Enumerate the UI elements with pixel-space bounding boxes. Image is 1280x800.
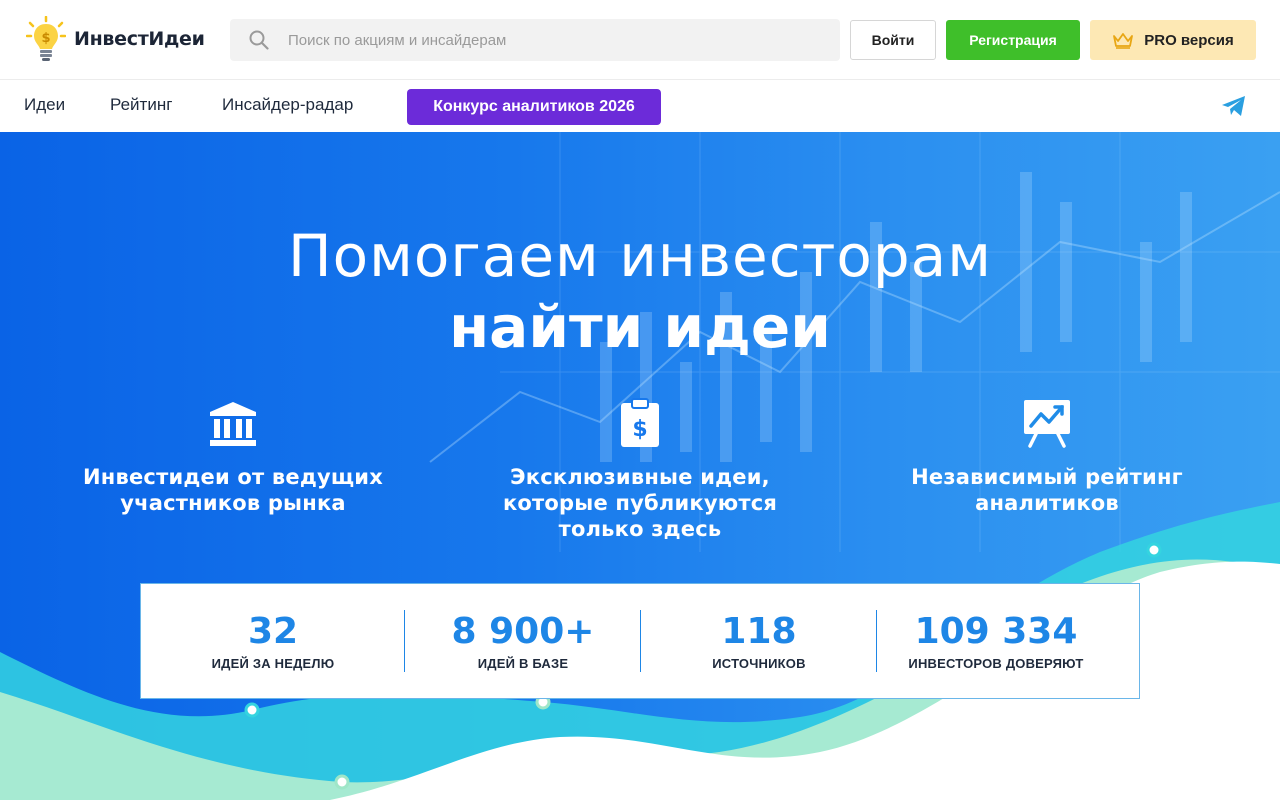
stat-value: 32 (247, 611, 299, 652)
hero-title: Помогаем инвесторам найти идеи (0, 220, 1280, 362)
lightbulb-dollar-icon: $ (26, 16, 66, 61)
stat-investors: 109 334 ИНВЕСТОРОВ ДОВЕРЯЮТ (877, 584, 1115, 698)
analysts-contest-button[interactable]: Конкурс аналитиков 2026 (407, 89, 661, 125)
stat-label: ИСТОЧНИКОВ (712, 656, 806, 671)
pro-version-label: PRO версия (1144, 31, 1234, 49)
stats-panel: 32 ИДЕЙ ЗА НЕДЕЛЮ 8 900+ ИДЕЙ В БАЗЕ 118… (140, 583, 1140, 699)
stats-divider (640, 610, 641, 672)
pro-version-button[interactable]: PRO версия (1090, 20, 1256, 60)
nav-item-insider-radar[interactable]: Инсайдер-радар (222, 95, 353, 115)
stat-label: ИНВЕСТОРОВ ДОВЕРЯЮТ (908, 656, 1084, 671)
search-icon (230, 30, 288, 50)
register-button[interactable]: Регистрация (946, 20, 1080, 60)
stat-value: 118 (721, 611, 797, 652)
nav-item-rating[interactable]: Рейтинг (110, 95, 172, 115)
search-input[interactable] (288, 31, 808, 49)
stat-value: 109 334 (914, 611, 1078, 652)
hero-section: Помогаем инвесторам найти идеи Инвестиде… (0, 132, 1280, 800)
feature-leading-participants: Инвестидеи от ведущих участников рынка (53, 396, 413, 516)
search-bar[interactable] (230, 19, 840, 61)
stats-divider (404, 610, 405, 672)
logo-text: ИнвестИдеи (74, 28, 205, 50)
stat-value: 8 900+ (451, 611, 595, 652)
feature-exclusive-ideas: $ Эксклюзивные идеи, которые публикуются… (460, 396, 820, 542)
svg-text:$: $ (41, 31, 50, 46)
bank-icon (210, 402, 256, 446)
hero-title-line2: найти идеи (449, 293, 831, 361)
top-header: $ ИнвестИдеи Войти Регистрация PRO верси… (0, 0, 1280, 80)
site-logo[interactable]: $ ИнвестИдеи (26, 16, 205, 62)
stat-label: ИДЕЙ ЗА НЕДЕЛЮ (211, 656, 335, 671)
feature-text: Эксклюзивные идеи, которые публикуются т… (502, 465, 778, 541)
stats-divider (876, 610, 877, 672)
nav-item-ideas[interactable]: Идеи (24, 95, 65, 115)
feature-text: Инвестидеи от ведущих участников рынка (83, 465, 383, 515)
stat-ideas-week: 32 ИДЕЙ ЗА НЕДЕЛЮ (141, 584, 405, 698)
crown-icon (1113, 33, 1134, 49)
feature-independent-rating: Независимый рейтинг аналитиков (867, 396, 1227, 516)
login-button[interactable]: Войти (850, 20, 936, 60)
dollar-clipboard-icon: $ (621, 398, 659, 447)
stat-sources: 118 ИСТОЧНИКОВ (641, 584, 877, 698)
svg-text:$: $ (632, 417, 647, 442)
hero-title-line1: Помогаем инвесторам (288, 222, 992, 290)
stat-label: ИДЕЙ В БАЗЕ (477, 656, 569, 671)
chart-board-icon (1024, 400, 1070, 448)
main-nav: Идеи Рейтинг Инсайдер-радар Конкурс анал… (0, 80, 1280, 132)
telegram-icon[interactable] (1221, 94, 1247, 118)
feature-text: Независимый рейтинг аналитиков (911, 465, 1183, 515)
stat-ideas-total: 8 900+ ИДЕЙ В БАЗЕ (405, 584, 641, 698)
